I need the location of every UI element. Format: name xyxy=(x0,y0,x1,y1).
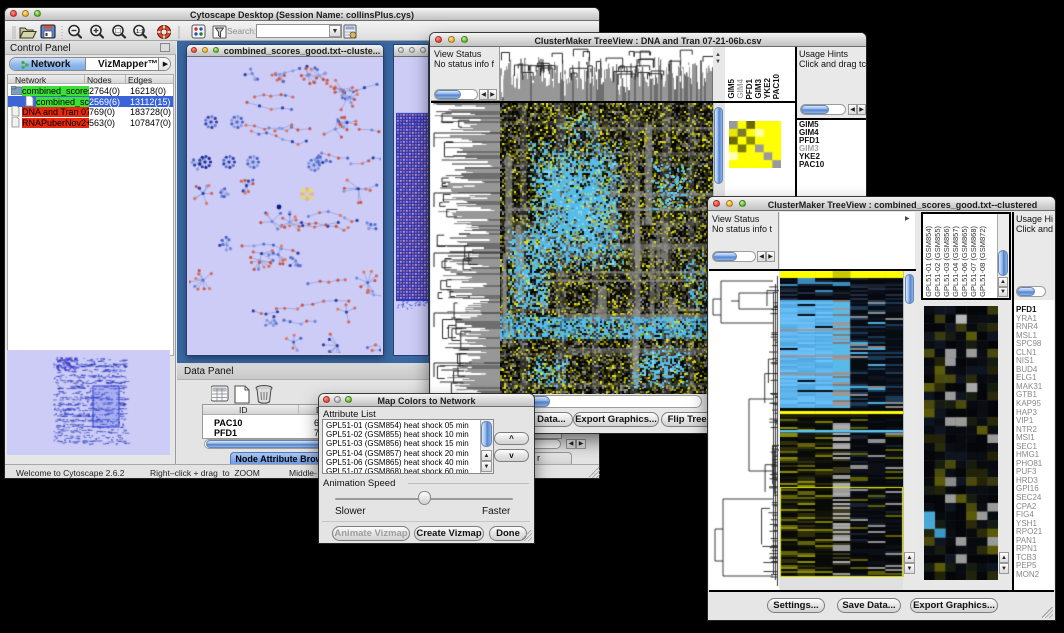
svg-text:1:1: 1:1 xyxy=(136,29,144,35)
